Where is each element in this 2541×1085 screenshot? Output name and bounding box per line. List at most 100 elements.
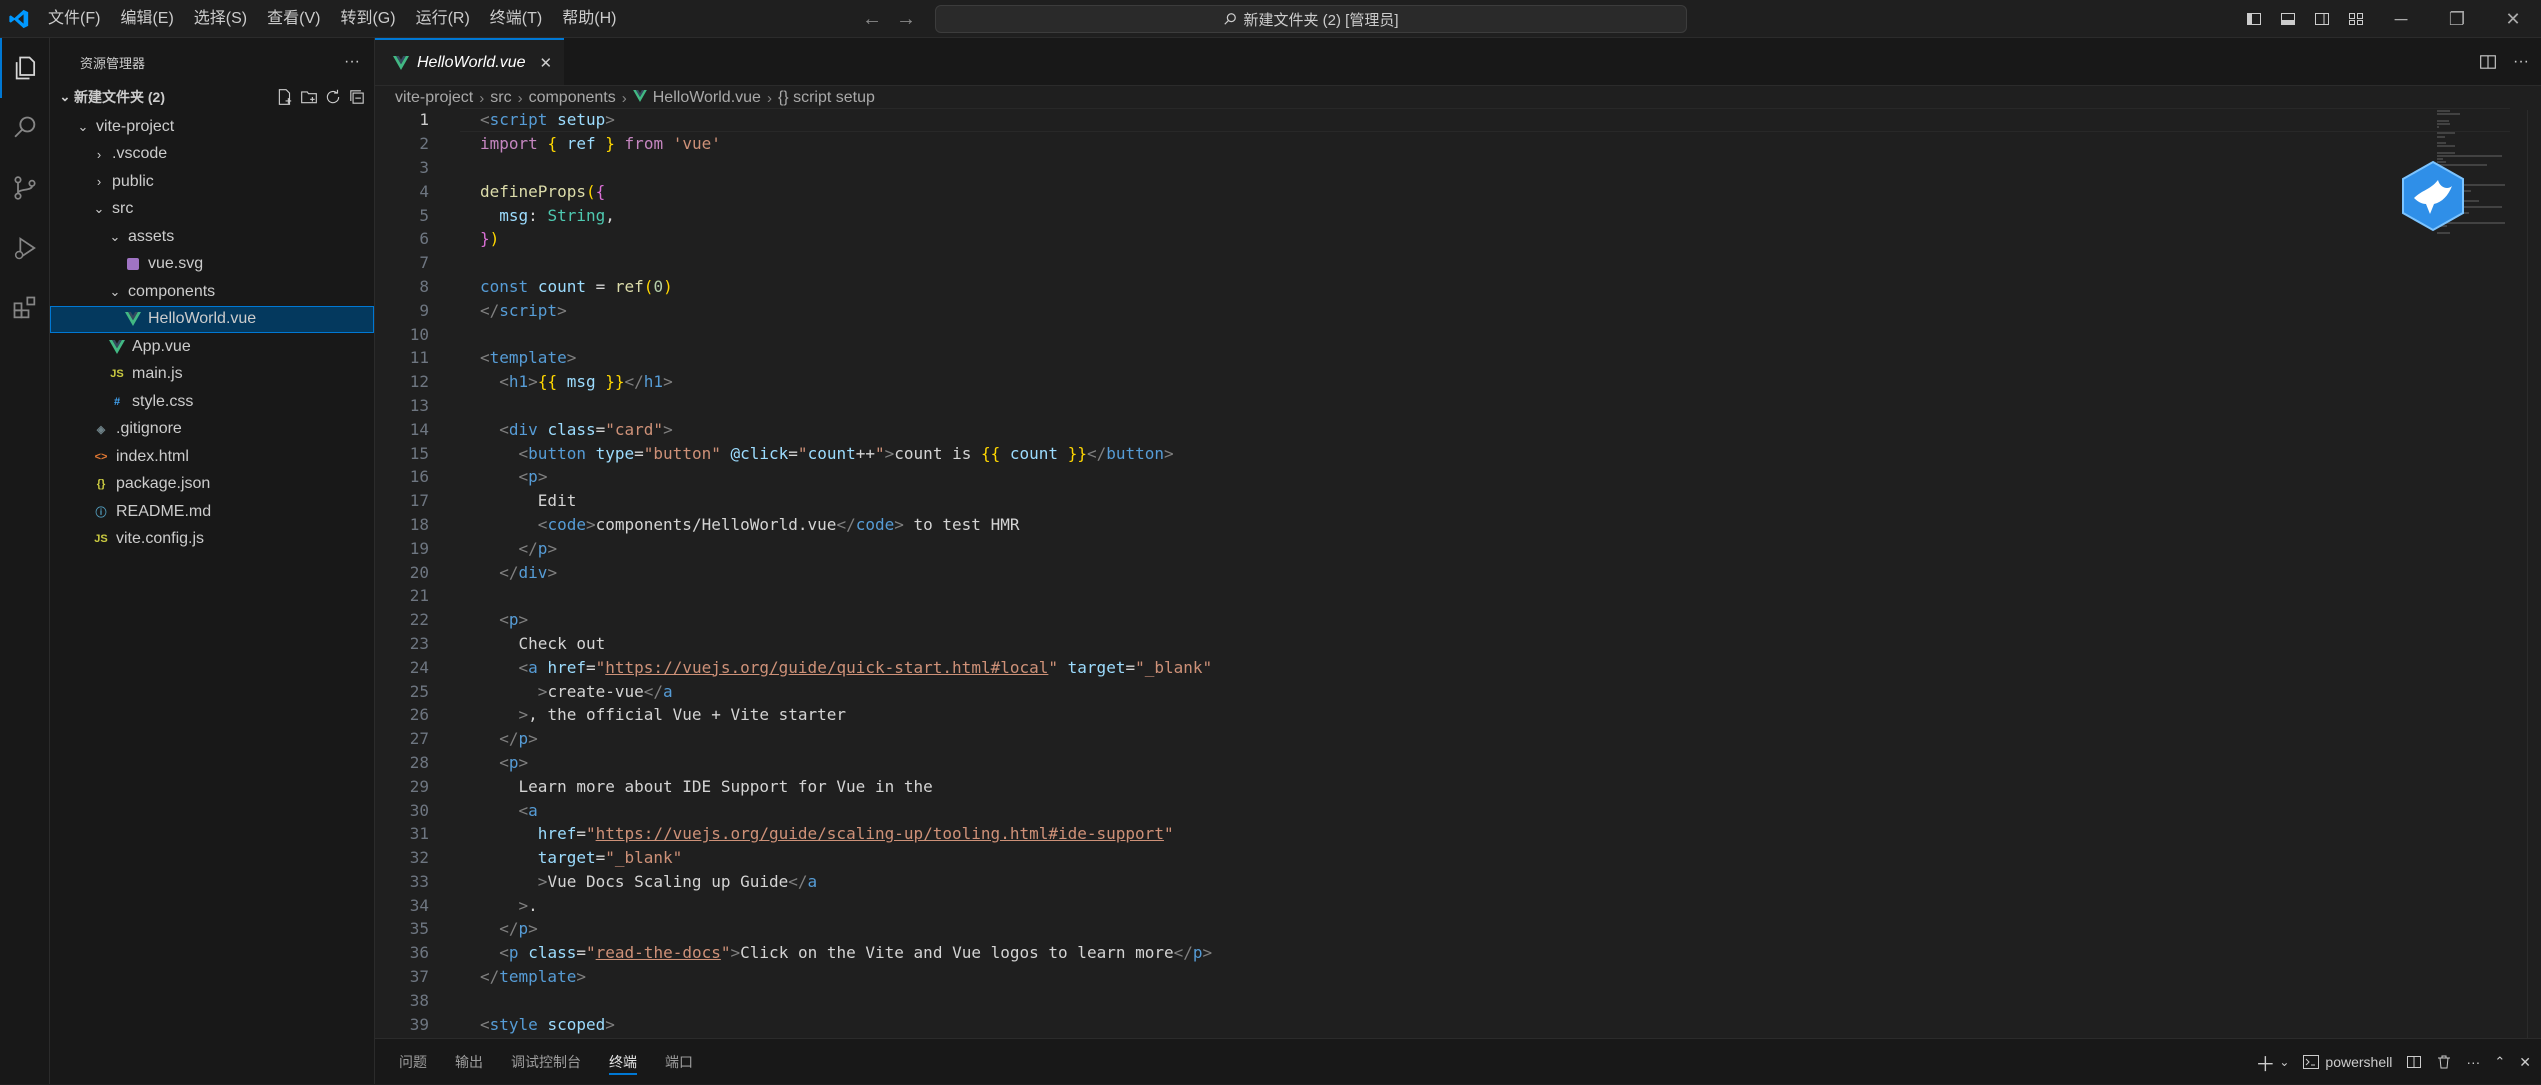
breadcrumb-item[interactable]: components <box>529 89 616 107</box>
minimap[interactable] <box>2431 110 2541 1040</box>
command-center[interactable]: 新建文件夹 (2) [管理员] <box>935 5 1687 33</box>
explorer-icon[interactable] <box>0 38 50 98</box>
tree-item[interactable]: {} package.json <box>50 471 374 499</box>
code-token: href <box>547 657 586 677</box>
menu-item[interactable]: 选择(S) <box>184 0 257 38</box>
search-view-icon[interactable] <box>0 98 50 158</box>
split-editor-icon[interactable] <box>2479 53 2497 71</box>
close-tab-icon[interactable]: ✕ <box>539 54 552 72</box>
minimize-button[interactable]: ─ <box>2373 0 2429 38</box>
customize-layout-icon[interactable] <box>2339 0 2373 38</box>
panel-tab[interactable]: 调试控制台 <box>497 1039 595 1085</box>
tree-item[interactable]: ◈ .gitignore <box>50 416 374 444</box>
split-terminal-icon[interactable] <box>2406 1054 2422 1070</box>
source-control-icon[interactable] <box>0 158 50 218</box>
tree-item[interactable]: JS main.js <box>50 361 374 389</box>
breadcrumb-item[interactable]: {} script setup <box>778 89 875 107</box>
tree-item[interactable]: ⓘ README.md <box>50 498 374 526</box>
trash-icon[interactable] <box>2436 1054 2452 1070</box>
tree-item[interactable]: › .vscode <box>50 141 374 169</box>
chevron-down-icon[interactable]: ⌄ <box>2279 1055 2289 1069</box>
terminal-selector[interactable]: powershell <box>2303 1054 2392 1070</box>
vscode-logo-icon[interactable] <box>0 0 38 38</box>
tree-item-label: .gitignore <box>116 420 182 438</box>
code-editor[interactable]: 1 <script setup> 2 import { ref } from 'vue… <box>375 108 2541 1038</box>
code-token: " <box>585 824 596 844</box>
panel-tab[interactable]: 问题 <box>385 1039 441 1085</box>
menu-item[interactable]: 终端(T) <box>480 0 552 38</box>
close-window-button[interactable]: ✕ <box>2485 0 2541 38</box>
maximize-panel-icon[interactable]: ⌃ <box>2494 1054 2505 1070</box>
panel-tab[interactable]: 输出 <box>441 1039 497 1085</box>
toggle-primary-sidebar-icon[interactable] <box>2237 0 2271 38</box>
code-line: 35 </p> <box>375 917 2541 941</box>
tree-item[interactable]: # style.css <box>50 388 374 416</box>
toggle-panel-icon[interactable] <box>2271 0 2305 38</box>
close-panel-icon[interactable]: ✕ <box>2519 1054 2531 1071</box>
tree-item[interactable]: ⌄ vite-project <box>50 113 374 141</box>
breadcrumb-item[interactable]: vite-project <box>395 89 473 107</box>
run-debug-icon[interactable] <box>0 218 50 278</box>
tree-item[interactable]: App.vue <box>50 333 374 361</box>
chevron-down-icon: ⌄ <box>93 201 105 217</box>
more-actions-icon[interactable]: ··· <box>344 53 360 71</box>
tree-item[interactable]: vue.svg <box>50 251 374 279</box>
code-line: 4 defineProps({ <box>375 179 2541 203</box>
panel-more-icon[interactable]: ··· <box>2466 1054 2480 1070</box>
line-content: <div class="card"> <box>429 420 672 439</box>
forward-arrow-icon[interactable]: → <box>896 8 916 31</box>
back-arrow-icon[interactable]: ← <box>862 8 882 31</box>
json-file-icon: {} <box>96 478 106 491</box>
code-token: p <box>518 919 529 939</box>
new-file-icon[interactable] <box>276 88 294 106</box>
workspace-folder-header[interactable]: ⌄ 新建文件夹 (2) <box>50 86 374 108</box>
panel-tab[interactable]: 终端 <box>595 1039 651 1085</box>
tree-item[interactable]: ⌄ src <box>50 196 374 224</box>
menu-item[interactable]: 转到(G) <box>330 0 405 38</box>
menu-item[interactable]: 文件(F) <box>38 0 110 38</box>
tree-item[interactable]: <> index.html <box>50 443 374 471</box>
menu-item[interactable]: 查看(V) <box>257 0 330 38</box>
editor-more-icon[interactable]: ··· <box>2513 53 2529 71</box>
extensions-icon[interactable] <box>0 278 50 338</box>
line-content: target="_blank" <box>429 848 683 867</box>
collapse-all-icon[interactable] <box>348 88 366 106</box>
code-line: 32 target="_blank" <box>375 846 2541 870</box>
line-number: 23 <box>409 633 429 653</box>
breadcrumb-item[interactable]: src <box>490 89 511 107</box>
new-folder-icon[interactable] <box>300 88 318 106</box>
breadcrumb-item[interactable]: HelloWorld.vue <box>653 89 761 107</box>
tree-item[interactable]: ⌄ components <box>50 278 374 306</box>
line-number: 32 <box>409 848 429 868</box>
line-content: <button type="button" @click="count++">c… <box>429 444 1174 463</box>
refresh-icon[interactable] <box>324 88 342 106</box>
tree-item[interactable]: › public <box>50 168 374 196</box>
code-token: > <box>537 467 548 487</box>
toggle-secondary-sidebar-icon[interactable] <box>2305 0 2339 38</box>
new-terminal-icon[interactable]: ＋ <box>2255 1048 2275 1077</box>
editor-scrollbar[interactable] <box>2527 110 2541 1038</box>
tree-item[interactable]: HelloWorld.vue <box>50 305 374 333</box>
restore-button[interactable]: ❐ <box>2429 0 2485 38</box>
menu-item[interactable]: 帮助(H) <box>552 0 626 38</box>
panel-tabs: 问题 输出 调试控制台 终端 端口 <box>385 1039 707 1085</box>
line-content: <template> <box>429 348 576 367</box>
js-file-icon: JS <box>94 533 108 546</box>
tree-item[interactable]: JS vite.config.js <box>50 526 374 554</box>
code-token: ( <box>585 181 596 201</box>
panel-tab[interactable]: 端口 <box>651 1039 707 1085</box>
code-line: 25 >create-vue</a <box>375 679 2541 703</box>
line-content: </p> <box>429 729 538 748</box>
code-line: 31 href="https://vuejs.org/guide/scaling… <box>375 822 2541 846</box>
code-token: </ <box>499 729 519 749</box>
tree-item[interactable]: ⌄ assets <box>50 223 374 251</box>
mascot-bird-icon[interactable] <box>2400 160 2466 232</box>
menu-item[interactable]: 编辑(E) <box>110 0 183 38</box>
tab-helloworld-vue[interactable]: HelloWorld.vue ✕ <box>375 38 565 85</box>
menu-item[interactable]: 运行(R) <box>406 0 480 38</box>
tree-item-label: README.md <box>116 502 212 520</box>
code-line: 36 <p class="read-the-docs">Click on the… <box>375 941 2541 965</box>
